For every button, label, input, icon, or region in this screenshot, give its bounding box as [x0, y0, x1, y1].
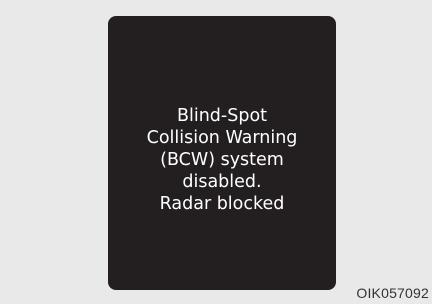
warning-message-line: disabled.: [182, 172, 262, 192]
warning-message-line: (BCW) system: [160, 150, 284, 170]
warning-message-line: Collision Warning: [146, 128, 298, 148]
figure-code-label: OIK057092: [356, 285, 429, 301]
warning-message-line: Blind-Spot: [176, 106, 268, 126]
warning-message: Blind-Spot Collision Warning (BCW) syste…: [108, 105, 336, 215]
warning-message-line: Radar blocked: [159, 194, 285, 214]
cluster-display-panel: Blind-Spot Collision Warning (BCW) syste…: [108, 16, 336, 290]
